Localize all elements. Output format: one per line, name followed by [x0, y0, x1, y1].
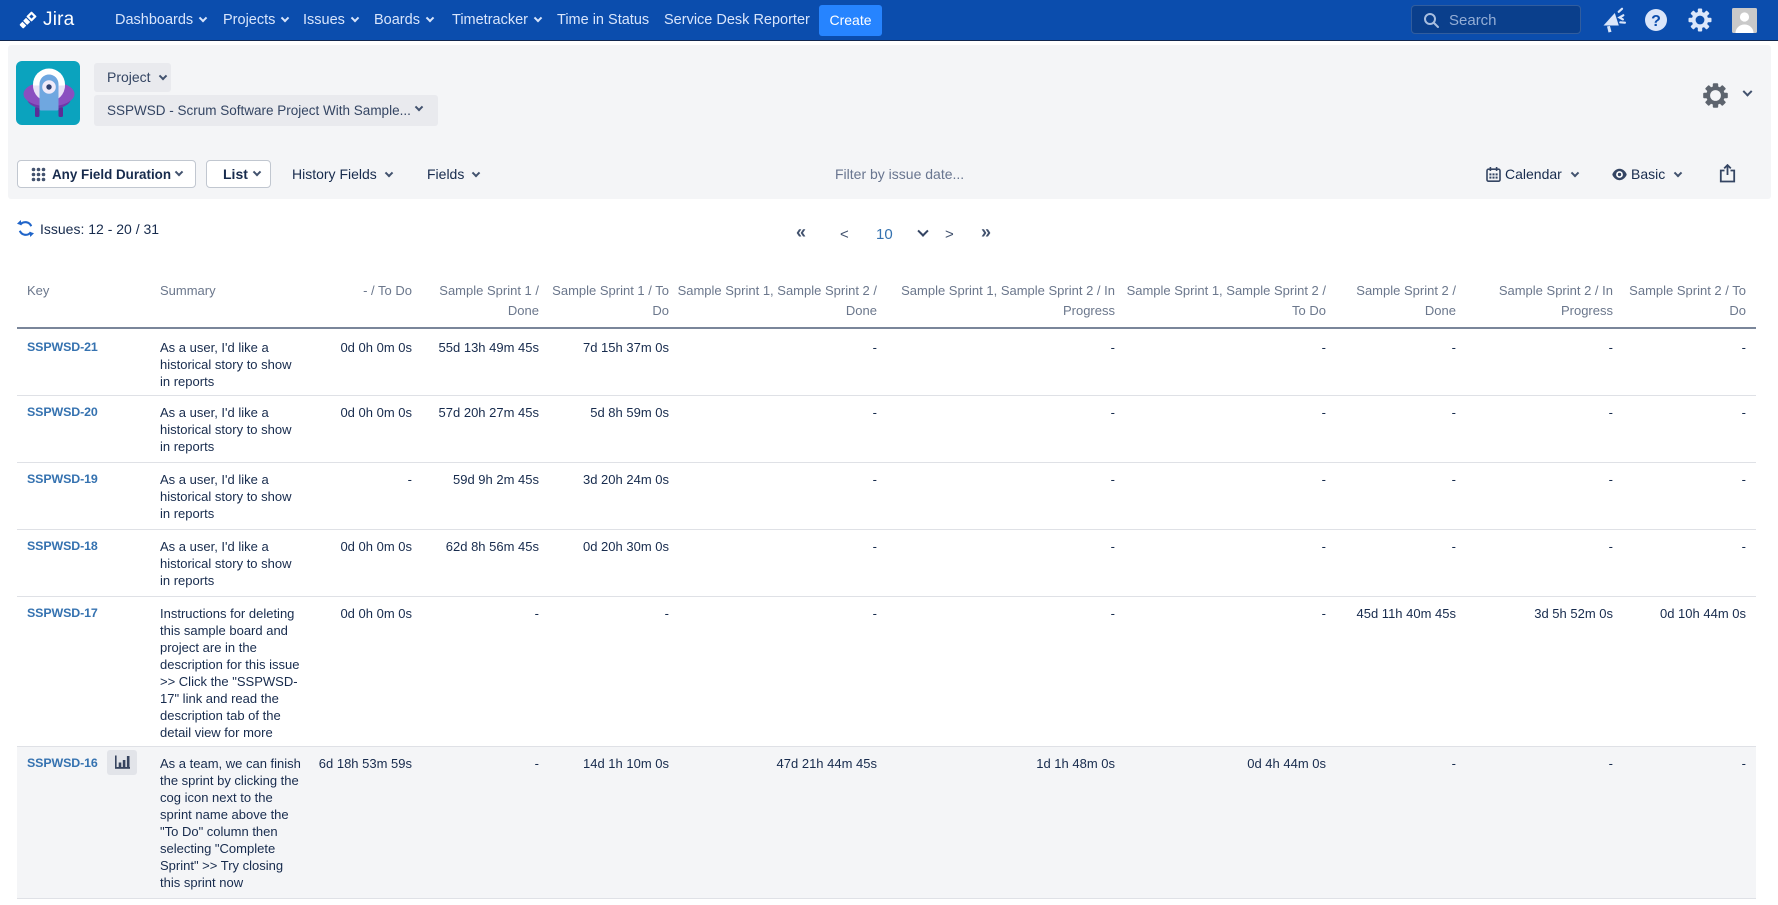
svg-text:?: ?	[1651, 13, 1661, 30]
